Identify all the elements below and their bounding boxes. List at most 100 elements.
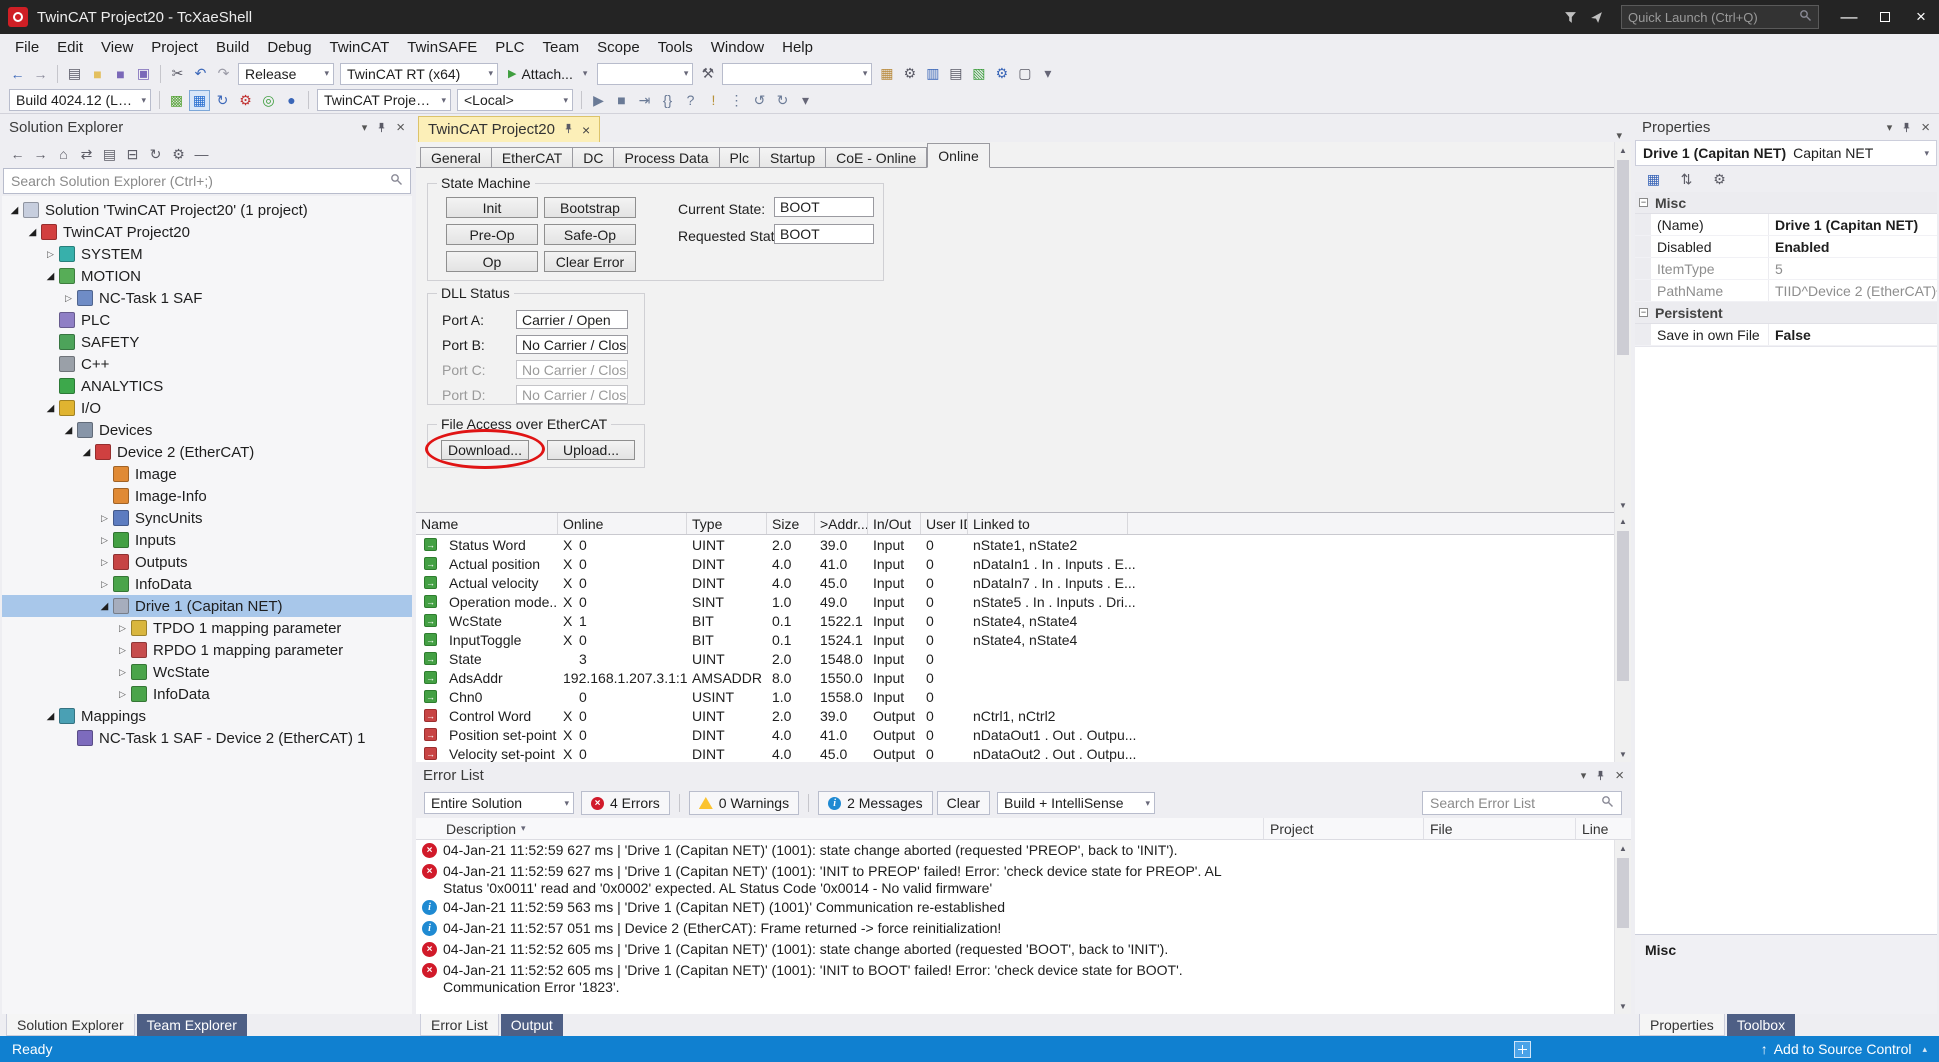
tree-item-inputs[interactable]: ▷Inputs bbox=[2, 529, 412, 551]
expand-arrow-icon[interactable]: ▷ bbox=[114, 667, 131, 678]
column-header-online[interactable]: Online bbox=[558, 513, 687, 534]
column-header-user-id[interactable]: User ID bbox=[921, 513, 968, 534]
error-row-3[interactable]: i04-Jan-21 11:52:59 563 ms | 'Drive 1 (C… bbox=[416, 897, 1631, 918]
tree-item-image[interactable]: Image bbox=[2, 463, 412, 485]
tab-coe-online[interactable]: CoE - Online bbox=[826, 147, 927, 168]
error-list-scrollbar[interactable]: ▲▼ bbox=[1614, 840, 1631, 1014]
init-button[interactable]: Init bbox=[446, 197, 538, 218]
property-save-in-own-file[interactable]: Save in own FileFalse bbox=[1635, 324, 1937, 346]
preop-button[interactable]: Pre-Op bbox=[446, 224, 538, 245]
cut-icon[interactable]: ✂ bbox=[167, 63, 188, 84]
maximize-button[interactable] bbox=[1867, 0, 1903, 34]
error-scope-combo[interactable]: Entire Solution ▾ bbox=[424, 792, 574, 814]
expand-arrow-icon[interactable]: ▷ bbox=[96, 535, 113, 546]
menu-tools[interactable]: Tools bbox=[649, 34, 702, 60]
collapse-box-icon[interactable]: − bbox=[1639, 198, 1648, 207]
error-list-window-menu-caret-icon[interactable]: ▾ bbox=[1581, 769, 1587, 782]
refresh-icon[interactable]: ↻ bbox=[145, 144, 166, 165]
tree-item-system[interactable]: ▷SYSTEM bbox=[2, 243, 412, 265]
tab-startup[interactable]: Startup bbox=[760, 147, 826, 168]
close-tab-icon[interactable]: × bbox=[582, 122, 590, 138]
port-field-port-a[interactable]: Carrier / Open bbox=[516, 310, 628, 329]
property-name[interactable]: (Name)Drive 1 (Capitan NET) bbox=[1635, 214, 1937, 236]
tab-list-caret-icon[interactable]: ▾ bbox=[1607, 129, 1631, 142]
pin-icon[interactable] bbox=[563, 121, 574, 138]
variable-row-state[interactable]: →State3UINT2.01548.0Input0 bbox=[416, 649, 1631, 668]
error-list-header[interactable]: Error List ▾× bbox=[416, 762, 1631, 788]
properties-object-combo[interactable]: Drive 1 (Capitan NET) Capitan NET ▾ bbox=[1635, 140, 1937, 166]
close-button[interactable]: × bbox=[1903, 0, 1939, 34]
history-icon[interactable]: ↺ bbox=[749, 90, 770, 111]
expand-arrow-icon[interactable]: ▷ bbox=[114, 689, 131, 700]
collapse-arrow-icon[interactable]: ◢ bbox=[78, 447, 95, 458]
undo-icon[interactable]: ↶ bbox=[190, 63, 211, 84]
menu-team[interactable]: Team bbox=[533, 34, 588, 60]
open-file-icon[interactable]: ■ bbox=[87, 63, 108, 84]
tab-ethercat[interactable]: EtherCAT bbox=[492, 147, 573, 168]
column-header-file[interactable]: File bbox=[1423, 818, 1575, 839]
tree-item-analytics[interactable]: ANALYTICS bbox=[2, 375, 412, 397]
add-to-source-control-button[interactable]: ↑ Add to Source Control ▴ bbox=[1761, 1041, 1927, 1057]
safeop-button[interactable]: Safe-Op bbox=[544, 224, 636, 245]
tree-item-drive-1-capitan-net[interactable]: ◢Drive 1 (Capitan NET) bbox=[2, 595, 412, 617]
nav-forward-icon[interactable]: → bbox=[30, 63, 51, 84]
tree-item-device-2-ethercat[interactable]: ◢Device 2 (EtherCAT) bbox=[2, 441, 412, 463]
clear-button[interactable]: Clear bbox=[937, 791, 990, 815]
scroll-down-icon[interactable]: ▼ bbox=[1615, 746, 1631, 762]
scroll-down-icon[interactable]: ▼ bbox=[1615, 497, 1631, 513]
variable-row-adsaddr[interactable]: →AdsAddr192.168.1.207.3.1:1...AMSADDR8.0… bbox=[416, 668, 1631, 687]
collapse-arrow-icon[interactable]: ◢ bbox=[42, 403, 59, 414]
stop-icon[interactable]: ■ bbox=[611, 90, 632, 111]
expand-arrow-icon[interactable]: ▷ bbox=[60, 293, 77, 304]
question-icon[interactable]: ? bbox=[680, 90, 701, 111]
wrench-icon[interactable]: ⚙ bbox=[899, 63, 920, 84]
tree-item-infodata[interactable]: ▷InfoData bbox=[2, 683, 412, 705]
collapse-arrow-icon[interactable]: ◢ bbox=[96, 601, 113, 612]
bootstrap-button[interactable]: Bootstrap bbox=[544, 197, 636, 218]
collapse-all-icon[interactable]: ⊟ bbox=[122, 144, 143, 165]
send-feedback-icon[interactable] bbox=[1583, 4, 1609, 30]
error-row-4[interactable]: i04-Jan-21 11:52:57 051 ms | Device 2 (E… bbox=[416, 918, 1631, 939]
column-header-addr[interactable]: >Addr... bbox=[815, 513, 868, 534]
warnings-filter-button[interactable]: 0 Warnings bbox=[689, 791, 799, 815]
toolbar1-options-caret-icon[interactable]: ▾ bbox=[1037, 63, 1058, 84]
column-header-in-out[interactable]: In/Out bbox=[868, 513, 921, 534]
error-row-1[interactable]: ×04-Jan-21 11:52:59 627 ms | 'Drive 1 (C… bbox=[416, 840, 1631, 861]
switch-views-icon[interactable]: ⇄ bbox=[76, 144, 97, 165]
property-disabled[interactable]: DisabledEnabled bbox=[1635, 236, 1937, 258]
reload-devices-icon[interactable]: ↻ bbox=[212, 90, 233, 111]
tree-item-image-info[interactable]: Image-Info bbox=[2, 485, 412, 507]
tree-item-tpdo-1-mapping-parameter[interactable]: ▷TPDO 1 mapping parameter bbox=[2, 617, 412, 639]
tree-item-infodata[interactable]: ▷InfoData bbox=[2, 573, 412, 595]
error-row-6[interactable]: ×04-Jan-21 11:52:52 605 ms | 'Drive 1 (C… bbox=[416, 960, 1631, 996]
variable-row-control-word[interactable]: →Control WordX0UINT2.039.0Output0nCtrl1,… bbox=[416, 706, 1631, 725]
build-icon[interactable]: ⚒ bbox=[697, 63, 718, 84]
config-mode-icon[interactable]: ⚙ bbox=[235, 90, 256, 111]
build-version-combo[interactable]: Build 4024.12 (Loaded)▾ bbox=[9, 89, 151, 111]
grid-scrollbar[interactable]: ▲▼ bbox=[1614, 513, 1631, 762]
schedule-icon[interactable]: ▤ bbox=[945, 63, 966, 84]
redo-icon[interactable]: ↷ bbox=[213, 63, 234, 84]
attach-button[interactable]: ▶Attach...▾ bbox=[501, 63, 594, 85]
tree-item-nc-task-1-saf-device-2-ethercat-1[interactable]: NC-Task 1 SAF - Device 2 (EtherCAT) 1 bbox=[2, 727, 412, 749]
tree-item-rpdo-1-mapping-parameter[interactable]: ▷RPDO 1 mapping parameter bbox=[2, 639, 412, 661]
menu-file[interactable]: File bbox=[6, 34, 48, 60]
users-icon[interactable]: ▧ bbox=[968, 63, 989, 84]
tree-item-i-o[interactable]: ◢I/O bbox=[2, 397, 412, 419]
exclamation-icon[interactable]: ! bbox=[703, 90, 724, 111]
panel-tab-error-list[interactable]: Error List bbox=[420, 1014, 499, 1036]
tree-item-c[interactable]: C++ bbox=[2, 353, 412, 375]
error-list-pin-icon[interactable] bbox=[1595, 770, 1606, 781]
tree-item-syncunits[interactable]: ▷SyncUnits bbox=[2, 507, 412, 529]
tree-item-outputs[interactable]: ▷Outputs bbox=[2, 551, 412, 573]
step-icon[interactable]: ⇥ bbox=[634, 90, 655, 111]
variable-row-velocity-set-point[interactable]: →Velocity set-pointX0DINT4.045.0Output0n… bbox=[416, 744, 1631, 762]
tree-item-mappings[interactable]: ◢Mappings bbox=[2, 705, 412, 727]
port-field-port-c[interactable]: No Carrier / Closed bbox=[516, 360, 628, 379]
target-system-combo[interactable]: <Local>▾ bbox=[457, 89, 573, 111]
properties-header[interactable]: Properties ▾× bbox=[1635, 114, 1937, 140]
error-list-scrollbar-thumb[interactable] bbox=[1617, 858, 1629, 928]
solution-configuration-combo[interactable]: Release▾ bbox=[238, 63, 334, 85]
solution-explorer-window-menu-caret-icon[interactable]: ▾ bbox=[362, 121, 368, 134]
column-header-line[interactable]: Line bbox=[1575, 818, 1631, 839]
